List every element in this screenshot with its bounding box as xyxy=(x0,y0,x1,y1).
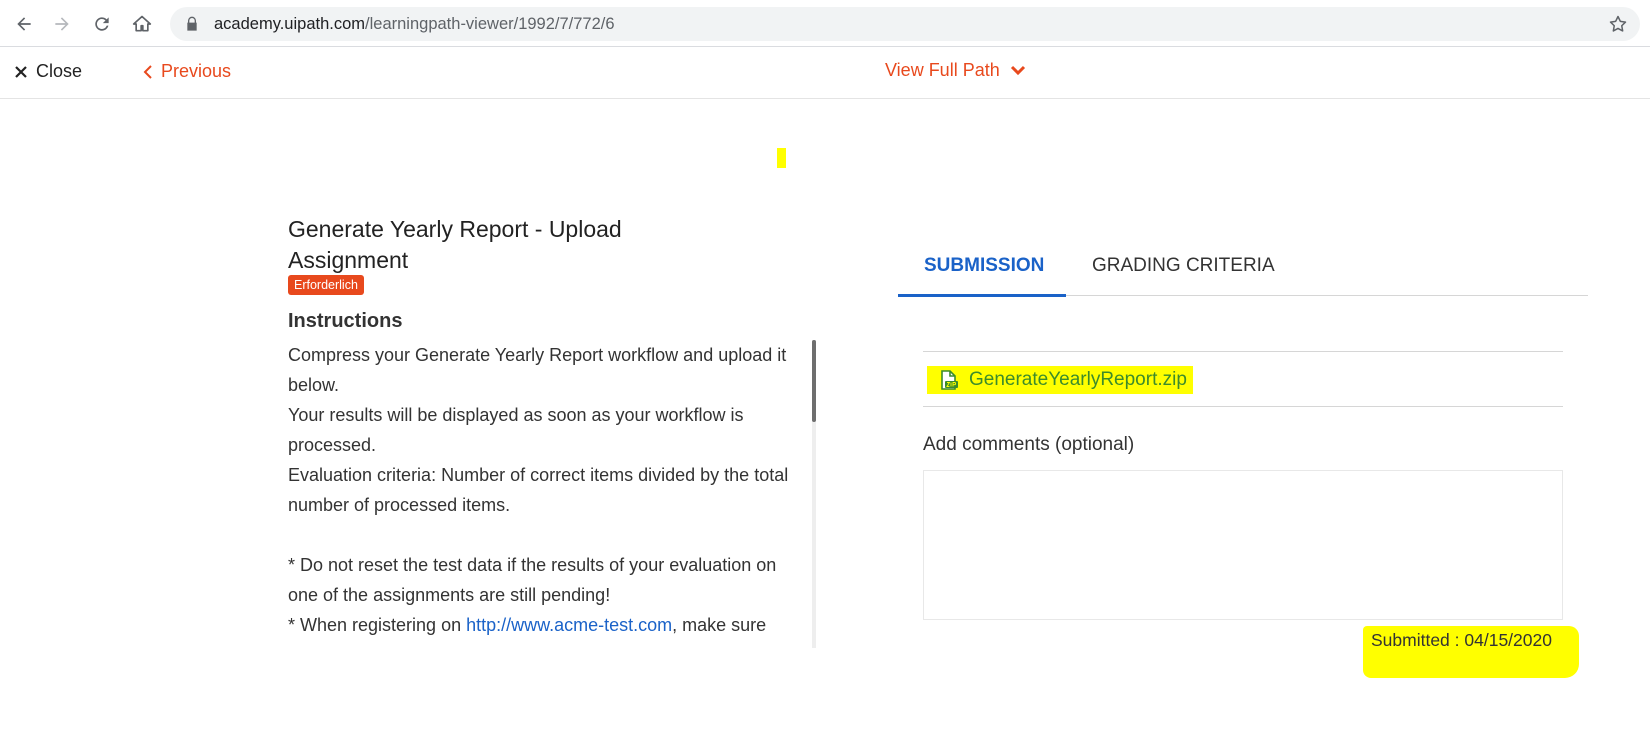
tab-grading-criteria[interactable]: GRADING CRITERIA xyxy=(1092,255,1275,277)
view-full-path-label: View Full Path xyxy=(885,60,1000,80)
bookmark-star-icon[interactable] xyxy=(1608,14,1628,34)
active-tab-indicator xyxy=(898,294,1066,297)
uploaded-file-row: GenerateYearlyReport.zip xyxy=(923,351,1563,407)
url-domain: academy.uipath.com xyxy=(214,15,366,33)
instruction-text: * When registering on xyxy=(288,615,467,635)
close-label: Close xyxy=(36,61,83,81)
required-badge: Erforderlich xyxy=(288,275,364,295)
previous-button[interactable]: Previous xyxy=(143,61,231,82)
close-button[interactable]: Close xyxy=(14,61,82,82)
tab-submission[interactable]: SUBMISSION xyxy=(924,255,1044,277)
instructions-heading: Instructions xyxy=(288,310,403,332)
scrollbar-thumb[interactable] xyxy=(812,340,816,422)
back-icon[interactable] xyxy=(10,10,38,38)
highlight-mark xyxy=(777,148,786,168)
comments-label: Add comments (optional) xyxy=(923,434,1135,455)
instructions-scroll-area[interactable]: Compress your Generate Yearly Report wor… xyxy=(288,340,818,648)
chevron-left-icon xyxy=(143,64,152,79)
instruction-paragraph: Evaluation criteria: Number of correct i… xyxy=(288,465,789,515)
address-bar[interactable]: academy.uipath.com/learningpath-viewer/1… xyxy=(170,7,1640,41)
submitted-date: Submitted : 04/15/2020 xyxy=(1371,630,1552,650)
comments-textarea[interactable] xyxy=(923,470,1563,620)
view-full-path-button[interactable]: View Full Path xyxy=(885,60,1026,81)
assignment-title: Generate Yearly Report - Upload Assignme… xyxy=(288,216,622,273)
instruction-paragraph: * Do not reset the test data if the resu… xyxy=(288,555,777,605)
close-icon xyxy=(15,65,27,78)
chevron-down-icon xyxy=(1010,65,1025,75)
app-top-bar: Close Previous View Full Path xyxy=(0,47,1650,99)
acme-test-link[interactable]: http://www.acme-test.com xyxy=(466,615,672,635)
instruction-text: , make sure xyxy=(672,615,767,635)
instruction-paragraph: Your results will be displayed as soon a… xyxy=(288,405,744,455)
uploaded-file-link[interactable]: GenerateYearlyReport.zip xyxy=(927,366,1193,394)
zip-file-icon xyxy=(941,370,958,390)
browser-toolbar: academy.uipath.com/learningpath-viewer/1… xyxy=(0,0,1650,47)
file-name: GenerateYearlyReport.zip xyxy=(969,369,1187,390)
lock-icon xyxy=(187,16,197,31)
url-path: /learningpath-viewer/1992/7/772/6 xyxy=(365,15,615,33)
instruction-spacer xyxy=(288,520,808,550)
forward-icon[interactable] xyxy=(48,10,76,38)
home-icon[interactable] xyxy=(128,10,156,38)
reload-icon[interactable] xyxy=(88,10,116,38)
url-text: academy.uipath.com/learningpath-viewer/1… xyxy=(214,15,615,34)
previous-label: Previous xyxy=(161,61,232,81)
instructions-body: Compress your Generate Yearly Report wor… xyxy=(288,340,808,640)
instruction-paragraph: * When registering on http://www.acme-te… xyxy=(288,610,808,640)
instruction-paragraph: Compress your Generate Yearly Report wor… xyxy=(288,345,787,395)
submission-tabs: SUBMISSION GRADING CRITERIA xyxy=(898,247,1588,297)
